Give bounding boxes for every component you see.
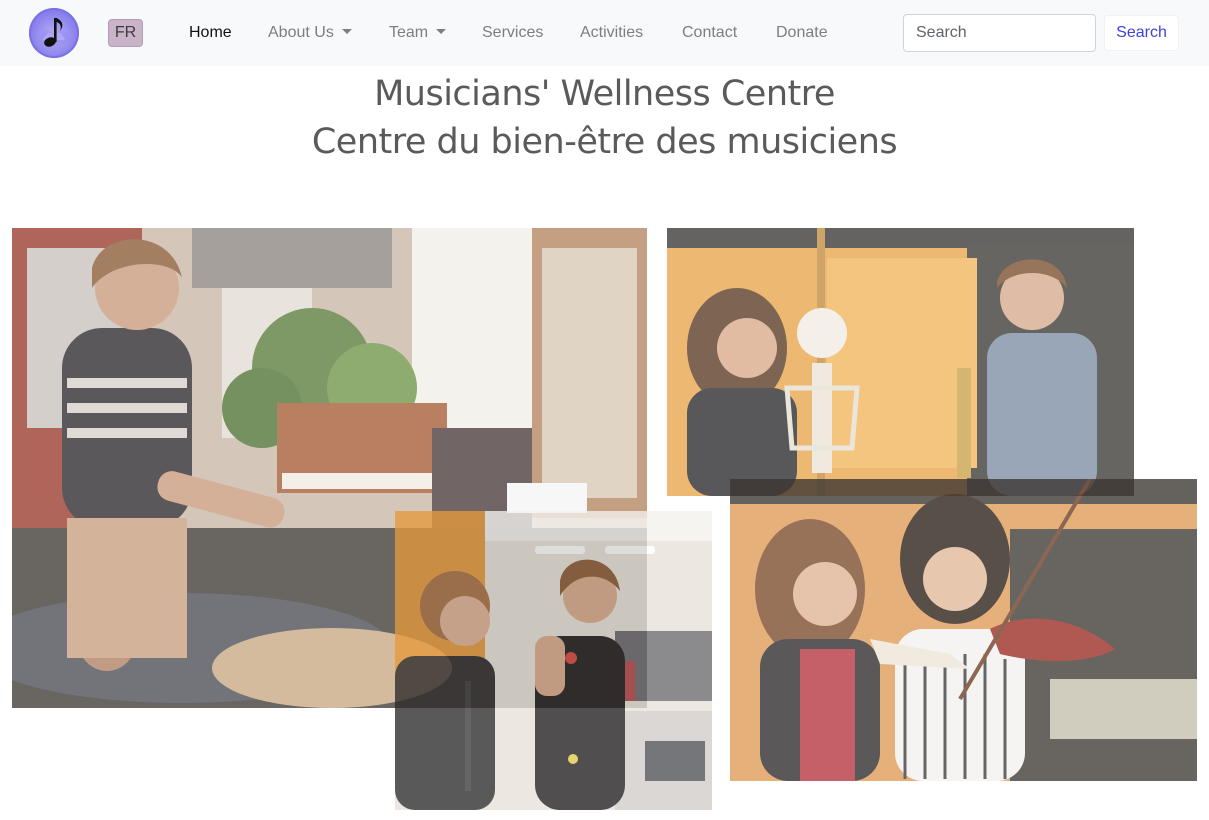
nav-services[interactable]: Services — [482, 22, 543, 44]
nav-contact[interactable]: Contact — [682, 22, 737, 44]
chevron-down-icon — [436, 29, 447, 34]
music-note-lotus-icon[interactable] — [29, 8, 79, 58]
chevron-down-icon — [341, 29, 352, 34]
nav-home[interactable]: Home — [189, 22, 232, 44]
nav-about-us-label: About Us — [268, 24, 334, 41]
photo-skeleton-saxophone-lesson — [667, 228, 1134, 496]
page-title-english: Musicians' Wellness Centre — [374, 74, 835, 114]
nav-donate[interactable]: Donate — [776, 22, 828, 44]
nav-activities[interactable]: Activities — [580, 22, 643, 44]
nav-about-us[interactable]: About Us — [268, 22, 352, 44]
photo-posture-markers-session — [395, 511, 712, 810]
photo-violin-arm-skeleton-demo — [730, 479, 1197, 781]
search-input[interactable] — [903, 14, 1096, 52]
page-title-french: Centre du bien-être des musiciens — [311, 122, 898, 162]
navbar: FR Home About Us Team Services Activitie… — [0, 0, 1209, 66]
language-toggle-button[interactable]: FR — [108, 19, 143, 47]
search-button[interactable]: Search — [1104, 15, 1179, 51]
nav-team[interactable]: Team — [389, 22, 447, 44]
nav-team-label: Team — [389, 24, 429, 41]
